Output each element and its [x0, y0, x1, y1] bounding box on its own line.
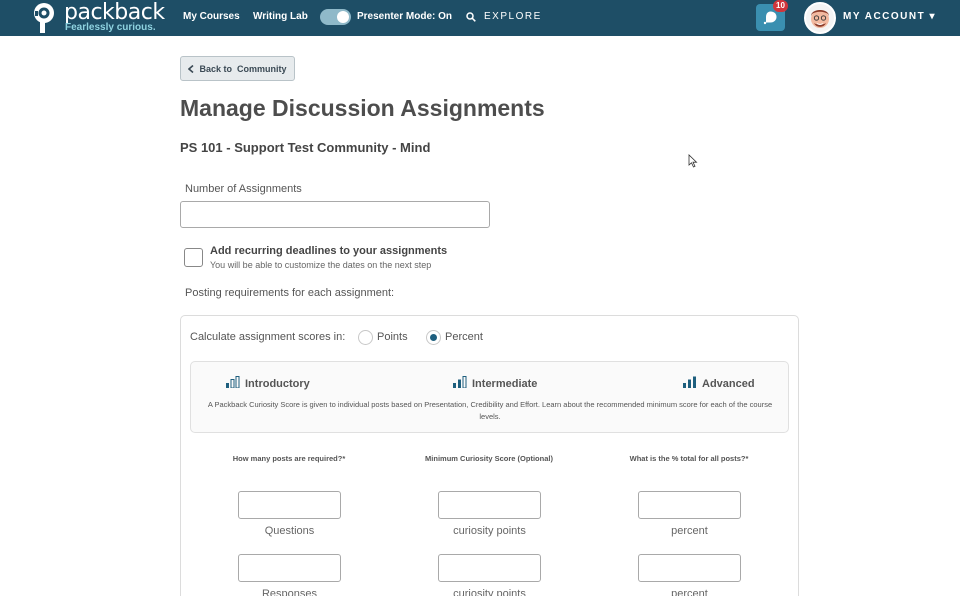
unit-responses: Responses: [261, 588, 318, 596]
presenter-mode-label: Presenter Mode: On: [357, 11, 453, 22]
explore-label: EXPLORE: [484, 11, 542, 22]
search-icon: [466, 11, 476, 22]
mouse-cursor-icon: [688, 154, 698, 168]
num-assignments-label: Number of Assignments: [185, 183, 302, 195]
toggle-knob: [337, 11, 349, 23]
notification-count-badge: 10: [773, 0, 788, 12]
posting-requirements-label: Posting requirements for each assignment…: [185, 287, 395, 299]
signal-high-icon: [683, 376, 696, 388]
unit-percent: percent: [671, 525, 708, 537]
responses-percent-input[interactable]: [638, 554, 741, 582]
level-intermediate-label: Intermediate: [472, 378, 538, 390]
signal-low-icon: [226, 375, 240, 388]
level-introductory[interactable]: Introductory: [226, 373, 310, 390]
nav-writing-lab[interactable]: Writing Lab: [253, 11, 308, 22]
unit-questions: Questions: [264, 525, 315, 537]
calc-scores-label: Calculate assignment scores in:: [190, 331, 346, 343]
radio-points[interactable]: [358, 330, 373, 345]
avatar-face-icon: [811, 10, 829, 28]
radio-percent[interactable]: [426, 330, 441, 345]
header-min-curiosity: Minimum Curiosity Score (Optional): [425, 454, 553, 463]
nav-my-courses[interactable]: My Courses: [183, 11, 240, 22]
top-nav: packback Fearlessly curious. My Courses …: [0, 0, 960, 36]
packback-logo[interactable]: packback Fearlessly curious.: [31, 0, 165, 35]
back-to-community-button[interactable]: Back to Community: [180, 56, 295, 81]
unit-curiosity-points-2: curiosity points: [453, 588, 526, 596]
radio-points-label[interactable]: Points: [377, 331, 408, 343]
levels-description: A Packback Curiosity Score is given to i…: [207, 400, 773, 421]
responses-count-input[interactable]: [238, 554, 341, 582]
responses-min-score-input[interactable]: [438, 554, 541, 582]
header-percent-total: What is the % total for all posts?*: [629, 454, 749, 463]
level-advanced-label: Advanced: [702, 378, 755, 390]
level-introductory-label: Introductory: [245, 378, 310, 390]
recurring-deadlines-subtitle: You will be able to customize the dates …: [210, 260, 432, 270]
chevron-left-icon: [188, 64, 195, 73]
community-name: PS 101 - Support Test Community - Mind: [180, 140, 431, 155]
questions-percent-input[interactable]: [638, 491, 741, 519]
user-avatar[interactable]: [804, 2, 836, 34]
back-button-label: Back to Community: [199, 63, 287, 74]
chat-bubble-icon: [763, 11, 777, 25]
questions-count-input[interactable]: [238, 491, 341, 519]
radio-percent-label[interactable]: Percent: [445, 331, 483, 343]
questions-min-score-input[interactable]: [438, 491, 541, 519]
nav-explore[interactable]: EXPLORE: [466, 11, 542, 22]
presenter-mode-toggle[interactable]: [320, 9, 351, 25]
packback-logo-icon: [34, 3, 54, 33]
num-assignments-input[interactable]: [180, 201, 490, 228]
level-advanced[interactable]: Advanced: [683, 373, 755, 390]
page-title: Manage Discussion Assignments: [180, 95, 545, 121]
recurring-deadlines-checkbox[interactable]: [184, 248, 203, 267]
unit-curiosity-points: curiosity points: [453, 525, 526, 537]
level-intermediate[interactable]: Intermediate: [453, 373, 537, 390]
header-posts-required: How many posts are required?*: [232, 454, 346, 463]
brand-tagline: Fearlessly curious.: [65, 22, 156, 33]
recurring-deadlines-title: Add recurring deadlines to your assignme…: [210, 245, 448, 257]
my-account-menu[interactable]: MY ACCOUNT ▾: [843, 11, 936, 22]
signal-medium-icon: [453, 375, 467, 388]
unit-percent-2: percent: [671, 588, 708, 596]
